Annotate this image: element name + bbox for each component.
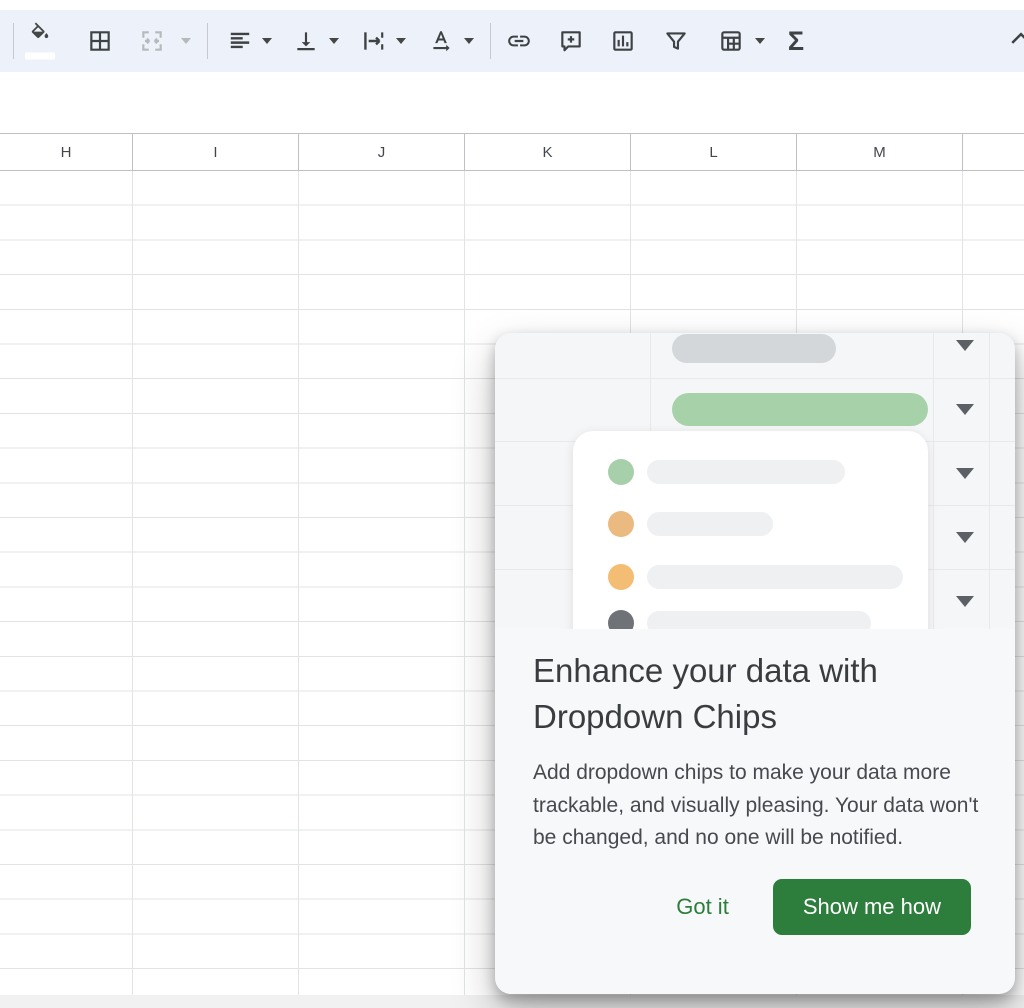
column-header-J[interactable]: J	[299, 134, 465, 170]
functions-button[interactable]: Σ	[779, 23, 813, 59]
create-filter-button[interactable]	[659, 23, 693, 59]
option-dot-gray	[608, 610, 634, 629]
chevron-down-icon	[464, 38, 474, 44]
merge-cells-dropdown[interactable]	[169, 23, 203, 59]
illus-gridline	[495, 378, 1015, 379]
chevron-down-icon	[755, 38, 765, 44]
chevron-up-icon	[1006, 41, 1024, 58]
column-header-H[interactable]: H	[0, 134, 133, 170]
sheets-app: { "toolbar": { "functions_glyph": "Σ", "…	[0, 0, 1024, 1008]
column-header-L[interactable]: L	[631, 134, 797, 170]
chevron-down-icon	[329, 38, 339, 44]
chevron-down-icon	[181, 38, 191, 44]
borders-button[interactable]	[83, 23, 117, 59]
table-views-dropdown[interactable]	[743, 23, 777, 59]
vertical-align-icon	[293, 28, 319, 54]
bottom-strip	[0, 995, 1024, 1008]
insert-comment-button[interactable]	[554, 23, 588, 59]
add-comment-icon	[558, 28, 584, 54]
column-header-N[interactable]	[963, 134, 1024, 170]
vertical-align-dropdown[interactable]	[317, 23, 351, 59]
illus-chip-gray	[672, 334, 836, 363]
toolbar-divider	[490, 23, 491, 59]
link-icon	[506, 28, 532, 54]
chart-icon	[610, 28, 636, 54]
illus-dropdown-menu	[573, 431, 928, 629]
dropdown-triangle-icon	[956, 404, 974, 415]
insert-chart-button[interactable]	[606, 23, 640, 59]
option-dot-green	[608, 459, 634, 485]
dialog-content: Enhance your data with Dropdown Chips Ad…	[495, 629, 1015, 935]
column-header-K[interactable]: K	[465, 134, 631, 170]
fill-color-button[interactable]	[25, 23, 55, 60]
option-label-bar	[647, 611, 871, 629]
toolbar: Σ	[0, 10, 1024, 72]
chevron-down-icon	[396, 38, 406, 44]
functions-icon: Σ	[788, 28, 804, 55]
column-header-M[interactable]: M	[797, 134, 963, 170]
merge-cells-icon	[139, 28, 165, 54]
dropdown-chips-promo-dialog: Enhance your data with Dropdown Chips Ad…	[495, 333, 1015, 994]
dialog-title: Enhance your data with Dropdown Chips	[533, 648, 983, 740]
borders-icon	[87, 28, 113, 54]
column-header-row: H I J K L M	[0, 133, 1024, 171]
option-label-bar	[647, 460, 845, 484]
toolbar-divider	[207, 23, 208, 59]
option-label-bar	[647, 565, 903, 589]
dialog-body: Add dropdown chips to make your data mor…	[533, 757, 985, 855]
dialog-actions: Got it Show me how	[533, 879, 977, 935]
text-wrapping-dropdown[interactable]	[384, 23, 418, 59]
option-dot-orange	[608, 564, 634, 590]
text-rotation-icon	[428, 28, 454, 54]
filter-icon	[663, 28, 689, 54]
fill-color-swatch	[25, 53, 55, 60]
chevron-down-icon	[262, 38, 272, 44]
dropdown-triangle-icon	[956, 468, 974, 479]
got-it-button[interactable]: Got it	[660, 884, 745, 930]
text-rotation-dropdown[interactable]	[452, 23, 486, 59]
merge-cells-button[interactable]	[135, 23, 169, 59]
fill-color-icon	[29, 23, 51, 50]
insert-link-button[interactable]	[502, 23, 536, 59]
dropdown-triangle-icon	[956, 596, 974, 607]
dropdown-triangle-icon	[956, 532, 974, 543]
toolbar-divider	[13, 23, 14, 59]
dropdown-triangle-icon	[956, 340, 974, 351]
illus-chip-green	[672, 393, 928, 426]
column-header-I[interactable]: I	[133, 134, 299, 170]
text-wrapping-icon	[360, 28, 386, 54]
collapse-toolbar-button[interactable]	[1006, 24, 1024, 59]
table-icon	[718, 28, 744, 54]
dialog-illustration	[495, 333, 1015, 629]
option-dot-tan	[608, 511, 634, 537]
show-me-how-button[interactable]: Show me how	[773, 879, 971, 935]
horizontal-align-dropdown[interactable]	[250, 23, 284, 59]
option-label-bar	[647, 512, 773, 536]
